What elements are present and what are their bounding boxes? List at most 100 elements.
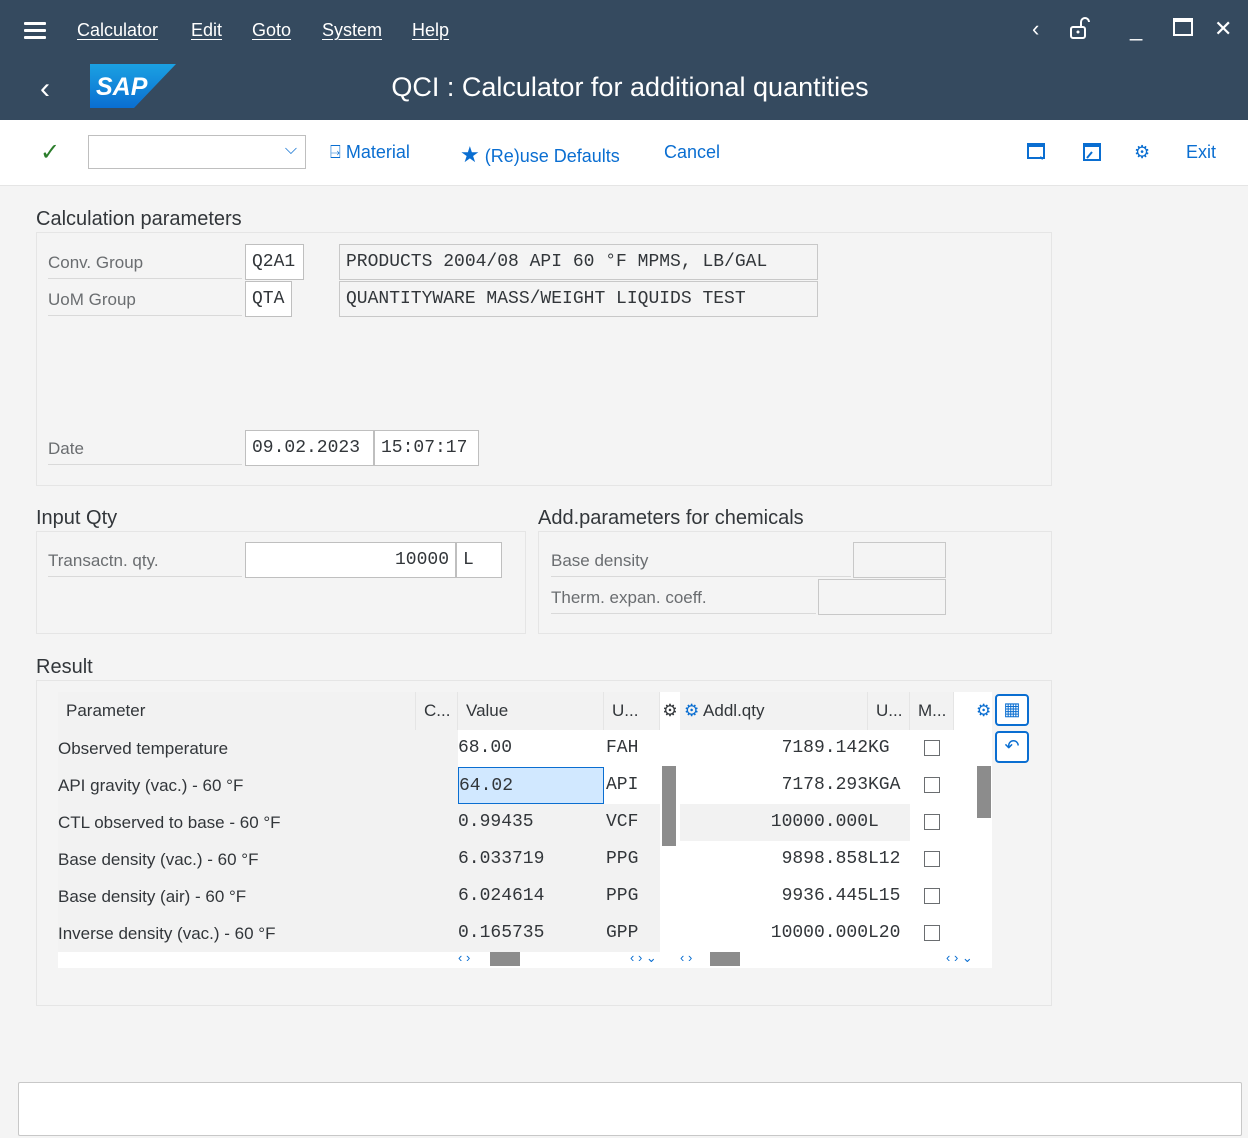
cell-unit[interactable]: FAH xyxy=(604,730,660,767)
chevron-down-icon[interactable]: ⌵ xyxy=(285,141,297,159)
menu-system[interactable]: System xyxy=(322,20,382,41)
cell-addl-unit[interactable]: L12 xyxy=(868,841,910,878)
table-row[interactable]: Observed temperature 68.00 FAH 7189.142 … xyxy=(58,730,992,767)
new-window-icon[interactable] xyxy=(1082,142,1102,167)
row-checkbox[interactable] xyxy=(924,925,940,941)
cell-unit[interactable]: API xyxy=(604,767,660,804)
cell-value: 6.033719 xyxy=(458,841,604,878)
row-checkbox[interactable] xyxy=(924,814,940,830)
result-title: Result xyxy=(36,656,93,678)
table-row[interactable]: Base density (air) - 60 °F 6.024614 PPG … xyxy=(58,878,992,915)
cell-parameter: Inverse density (vac.) - 60 °F xyxy=(58,915,416,952)
cell-unit: GPP xyxy=(604,915,660,952)
col-header-unit-2[interactable]: U... xyxy=(868,692,910,730)
transaction-qty-label: Transactn. qty. xyxy=(48,551,242,577)
input-qty-title: Input Qty xyxy=(36,507,118,529)
scroll-left-right-icon[interactable]: ‹ › ⌄ xyxy=(630,950,657,966)
command-field[interactable]: ⌵ xyxy=(88,135,306,169)
table-row[interactable]: CTL observed to base - 60 °F 0.99435 VCF… xyxy=(58,804,992,841)
cell-addl-qty[interactable]: 10000.000 xyxy=(680,915,868,952)
transaction-unit-input[interactable]: L xyxy=(456,542,502,578)
col-header-unit-1[interactable]: U... xyxy=(604,692,660,730)
table-row[interactable]: API gravity (vac.) - 60 °F 64.02 API 717… xyxy=(58,767,992,804)
uom-group-input[interactable]: QTA xyxy=(245,281,292,317)
conv-group-input[interactable]: Q2A1 xyxy=(245,244,304,280)
minimize-icon[interactable]: _ xyxy=(1130,16,1142,42)
exit-button[interactable]: Exit xyxy=(1186,142,1216,163)
table-row[interactable]: Inverse density (vac.) - 60 °F 0.165735 … xyxy=(58,915,992,952)
base-density-input[interactable] xyxy=(853,542,946,578)
cell-addl-qty[interactable]: 9898.858 xyxy=(680,841,868,878)
horizontal-scroll-thumb-right[interactable] xyxy=(710,952,740,966)
menu-calculator[interactable]: Calculator xyxy=(77,20,158,41)
cell-addl-qty[interactable]: 7189.142 xyxy=(680,730,868,767)
therm-expansion-label: Therm. expan. coeff. xyxy=(551,588,816,614)
undo-icon[interactable]: ↶ xyxy=(995,731,1029,763)
horizontal-scroll-thumb-left[interactable] xyxy=(490,952,520,966)
menu-edit[interactable]: Edit xyxy=(191,20,222,41)
scrollbar-thumb[interactable] xyxy=(977,766,991,818)
cell-addl-unit[interactable]: L15 xyxy=(868,878,910,915)
unlock-icon[interactable] xyxy=(1068,16,1090,46)
cell-addl-unit[interactable]: L20 xyxy=(868,915,910,952)
reuse-defaults-button[interactable]: ★ (Re)use Defaults xyxy=(460,142,620,168)
star-icon: ★ xyxy=(460,142,480,167)
col-header-parameter[interactable]: Parameter xyxy=(58,692,416,730)
cell-addl-unit[interactable]: KGA xyxy=(868,767,910,804)
conv-group-label: Conv. Group xyxy=(48,253,242,279)
row-checkbox[interactable] xyxy=(924,851,940,867)
table-row[interactable]: Base density (vac.) - 60 °F 6.033719 PPG… xyxy=(58,841,992,878)
cell-parameter: CTL observed to base - 60 °F xyxy=(58,804,416,841)
settings-gears-icon[interactable]: ⚙ xyxy=(1134,142,1150,163)
cell-unit: PPG xyxy=(604,841,660,878)
cell-addl-qty[interactable]: 7178.293 xyxy=(680,767,868,804)
col-header-value[interactable]: Value xyxy=(458,692,604,730)
chem-params-panel xyxy=(538,531,1052,634)
menu-bar: Calculator Edit Goto System Help ‹ _ ✕ xyxy=(0,0,1248,64)
table-settings-icon[interactable]: ⚙ xyxy=(660,692,680,730)
col-header-c[interactable]: C... xyxy=(416,692,458,730)
menu-goto[interactable]: Goto xyxy=(252,20,291,41)
maximize-icon[interactable] xyxy=(1172,16,1194,44)
collapse-left-icon[interactable]: ‹ xyxy=(1032,16,1039,42)
calc-params-title: Calculation parameters xyxy=(36,208,242,230)
cell-value[interactable]: 68.00 xyxy=(458,730,604,767)
calculator-icon[interactable]: ▦ xyxy=(995,694,1029,726)
application-toolbar: ✓ ⌵ ⍈ Material ★ (Re)use Defaults Cancel… xyxy=(0,120,1248,186)
material-button[interactable]: ⍈ Material xyxy=(330,142,410,163)
conv-group-description: PRODUCTS 2004/08 API 60 °F MPMS, LB/GAL xyxy=(339,244,818,280)
window-star-icon[interactable] xyxy=(1027,142,1047,167)
close-icon[interactable]: ✕ xyxy=(1214,16,1232,42)
scroll-left-right-icon[interactable]: ‹ › xyxy=(680,950,692,965)
date-input[interactable]: 09.02.2023 xyxy=(245,430,374,466)
result-table: Parameter C... Value U... ⚙ ⚙ Addl.qty U… xyxy=(58,692,992,968)
cell-addl-qty[interactable]: 9936.445 xyxy=(680,878,868,915)
col-header-addl-qty[interactable]: ⚙ Addl.qty xyxy=(680,692,868,730)
cancel-button[interactable]: Cancel xyxy=(664,142,720,163)
cell-addl-qty: 10000.000 xyxy=(680,804,868,841)
row-checkbox[interactable] xyxy=(924,888,940,904)
cell-unit: VCF xyxy=(604,804,660,841)
therm-expansion-input[interactable] xyxy=(818,579,946,615)
col-header-m[interactable]: M... xyxy=(910,692,954,730)
cell-c xyxy=(416,841,458,878)
hamburger-menu-icon[interactable] xyxy=(24,22,46,40)
table-settings-icon-3[interactable]: ⚙ xyxy=(954,692,992,730)
time-input[interactable]: 15:07:17 xyxy=(374,430,479,466)
material-icon: ⍈ xyxy=(330,142,341,162)
cell-parameter: Observed temperature xyxy=(58,730,416,767)
scroll-left-right-icon[interactable]: ‹ › xyxy=(458,950,470,965)
cell-addl-unit[interactable]: KG xyxy=(868,730,910,767)
enter-check-icon[interactable]: ✓ xyxy=(40,138,60,167)
table-settings-icon-2: ⚙ xyxy=(684,701,700,720)
transaction-qty-input[interactable]: 10000 xyxy=(245,542,456,578)
row-checkbox[interactable] xyxy=(924,740,940,756)
vertical-scrollbar-right[interactable] xyxy=(976,730,992,952)
cell-value-focused[interactable]: 64.02 xyxy=(458,767,604,804)
scrollbar-thumb[interactable] xyxy=(662,766,676,846)
scroll-left-right-icon[interactable]: ‹ › ⌄ xyxy=(946,950,973,966)
uom-group-description: QUANTITYWARE MASS/WEIGHT LIQUIDS TEST xyxy=(339,281,818,317)
vertical-scrollbar-left[interactable] xyxy=(661,730,677,952)
menu-help[interactable]: Help xyxy=(412,20,449,41)
row-checkbox[interactable] xyxy=(924,777,940,793)
